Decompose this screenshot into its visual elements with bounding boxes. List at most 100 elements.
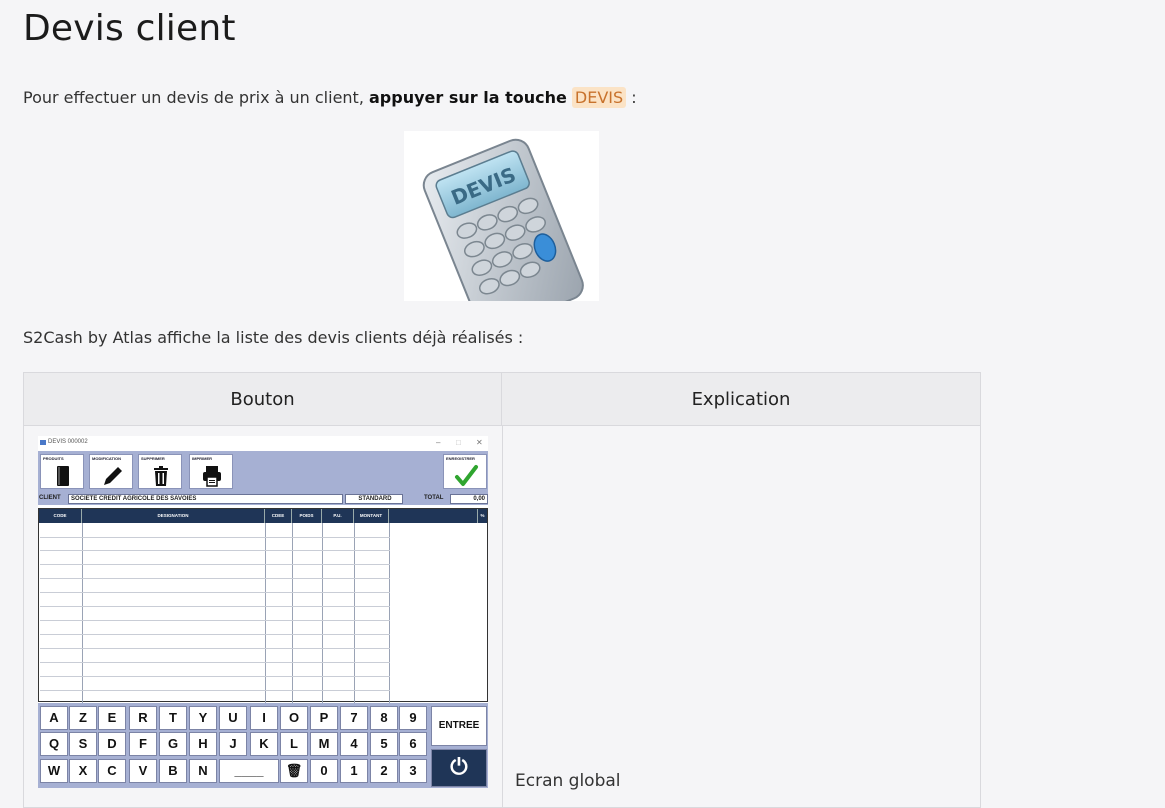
devis-key-chip: DEVIS: [571, 87, 627, 108]
table-header-explication: Explication: [502, 373, 980, 426]
total-label: TOTAL: [424, 495, 444, 501]
key-w[interactable]: W: [40, 759, 68, 783]
key-t[interactable]: T: [159, 706, 187, 730]
entree-button[interactable]: ENTREE: [431, 706, 487, 746]
app-titlebar: DEVIS 000002 – □ ✕: [38, 436, 488, 451]
key-q[interactable]: Q: [40, 732, 68, 756]
devis-calculator-image: DEVIS: [404, 131, 599, 301]
grid-header-code: CODE: [39, 509, 82, 523]
grid-header-percent: %: [477, 509, 487, 523]
key-g[interactable]: G: [159, 732, 187, 756]
grid-row-line: [40, 648, 390, 649]
key-2[interactable]: 2: [370, 759, 398, 783]
key-9[interactable]: 9: [399, 706, 427, 730]
key-a[interactable]: A: [40, 706, 68, 730]
app-toolbar: PRODUITS MODIFICATION SUPPRIMER IMPRIMER…: [38, 451, 488, 493]
key-8[interactable]: 8: [370, 706, 398, 730]
grid-row-line: [40, 620, 390, 621]
book-icon: [57, 466, 69, 486]
enregistrer-label: ENREGISTRER: [446, 456, 475, 461]
maximize-button[interactable]: □: [456, 438, 461, 447]
client-name-field[interactable]: SOCIETE CREDIT AGRICOLE DES SAVOIES: [68, 494, 343, 504]
key-u[interactable]: U: [219, 706, 247, 730]
grid-row-line: [40, 662, 390, 663]
intro-text: Pour effectuer un devis de prix à un cli…: [23, 88, 369, 107]
grid-header-poids: POIDS: [292, 509, 322, 523]
grid-row-line: [40, 564, 390, 565]
key-e[interactable]: E: [98, 706, 126, 730]
checkmark-icon: [455, 465, 478, 486]
grid-header-spacer: [389, 509, 477, 523]
key-space[interactable]: ____: [219, 759, 279, 783]
key-p[interactable]: P: [310, 706, 338, 730]
key-v[interactable]: V: [129, 759, 157, 783]
key-o[interactable]: O: [280, 706, 308, 730]
supprimer-button[interactable]: SUPPRIMER: [138, 454, 182, 489]
intro-paragraph: Pour effectuer un devis de prix à un cli…: [23, 87, 637, 108]
devis-app-window: DEVIS 000002 – □ ✕ PRODUITS MODIFICATION…: [38, 436, 488, 788]
key-4[interactable]: 4: [340, 732, 368, 756]
intro-suffix: :: [626, 88, 637, 107]
grid-header-row: CODE DESIGNATION CDEE POIDS P.U. MONTANT…: [39, 509, 487, 523]
client-label: CLIENT: [39, 495, 61, 501]
key-j[interactable]: J: [219, 732, 247, 756]
app-window-title: DEVIS 000002: [48, 439, 88, 445]
key-0[interactable]: 0: [310, 759, 338, 783]
produits-button[interactable]: PRODUITS: [40, 454, 84, 489]
key-5[interactable]: 5: [370, 732, 398, 756]
devis-lines-grid[interactable]: CODE DESIGNATION CDEE POIDS P.U. MONTANT…: [38, 508, 488, 703]
grid-header-pu: P.U.: [322, 509, 354, 523]
virtual-keyboard: A Z E R T Y U I O P 7 8 9 Q S D F G H J …: [38, 703, 488, 788]
grid-row-line: [40, 634, 390, 635]
key-c[interactable]: C: [98, 759, 126, 783]
key-3[interactable]: 3: [399, 759, 427, 783]
client-bar: CLIENT SOCIETE CREDIT AGRICOLE DES SAVOI…: [38, 493, 488, 505]
imprimer-button[interactable]: IMPRIMER: [189, 454, 233, 489]
intro-bold: appuyer sur la touche: [369, 88, 567, 107]
row-caption: Ecran global: [515, 771, 621, 791]
close-button[interactable]: ✕: [476, 438, 483, 447]
key-z[interactable]: Z: [69, 706, 97, 730]
key-b[interactable]: B: [159, 759, 187, 783]
tarif-field[interactable]: STANDARD: [345, 494, 403, 504]
grid-row-line: [40, 592, 390, 593]
grid-row-line: [40, 578, 390, 579]
key-i[interactable]: I: [250, 706, 278, 730]
key-trash-icon[interactable]: 🗑: [280, 759, 308, 783]
app-window-icon: [40, 440, 46, 445]
key-m[interactable]: M: [310, 732, 338, 756]
table-column-divider: [502, 426, 503, 808]
grid-header-montant: MONTANT: [354, 509, 389, 523]
key-6[interactable]: 6: [399, 732, 427, 756]
key-l[interactable]: L: [280, 732, 308, 756]
key-r[interactable]: R: [129, 706, 157, 730]
key-x[interactable]: X: [69, 759, 97, 783]
key-d[interactable]: D: [98, 732, 126, 756]
enregistrer-button[interactable]: ENREGISTRER: [443, 454, 487, 489]
key-h[interactable]: H: [189, 732, 217, 756]
grid-row-line: [40, 537, 390, 538]
key-n[interactable]: N: [189, 759, 217, 783]
key-f[interactable]: F: [129, 732, 157, 756]
pencil-icon: [104, 467, 122, 485]
printer-icon: [203, 466, 221, 487]
imprimer-label: IMPRIMER: [192, 456, 212, 461]
key-1[interactable]: 1: [340, 759, 368, 783]
supprimer-label: SUPPRIMER: [141, 456, 165, 461]
modification-button[interactable]: MODIFICATION: [89, 454, 133, 489]
table-header-bouton: Bouton: [24, 373, 502, 426]
grid-row-line: [40, 606, 390, 607]
grid-row-line: [40, 550, 390, 551]
minimize-button[interactable]: –: [436, 438, 440, 447]
power-button[interactable]: ⏻: [431, 749, 487, 787]
total-value: 0,00: [450, 494, 488, 504]
key-s[interactable]: S: [69, 732, 97, 756]
modification-label: MODIFICATION: [92, 456, 122, 461]
grid-header-designation: DESIGNATION: [82, 509, 265, 523]
key-y[interactable]: Y: [189, 706, 217, 730]
list-intro-paragraph: S2Cash by Atlas affiche la liste des dev…: [23, 328, 524, 347]
trash-icon: [154, 466, 168, 486]
key-k[interactable]: K: [250, 732, 278, 756]
produits-label: PRODUITS: [43, 456, 64, 461]
key-7[interactable]: 7: [340, 706, 368, 730]
